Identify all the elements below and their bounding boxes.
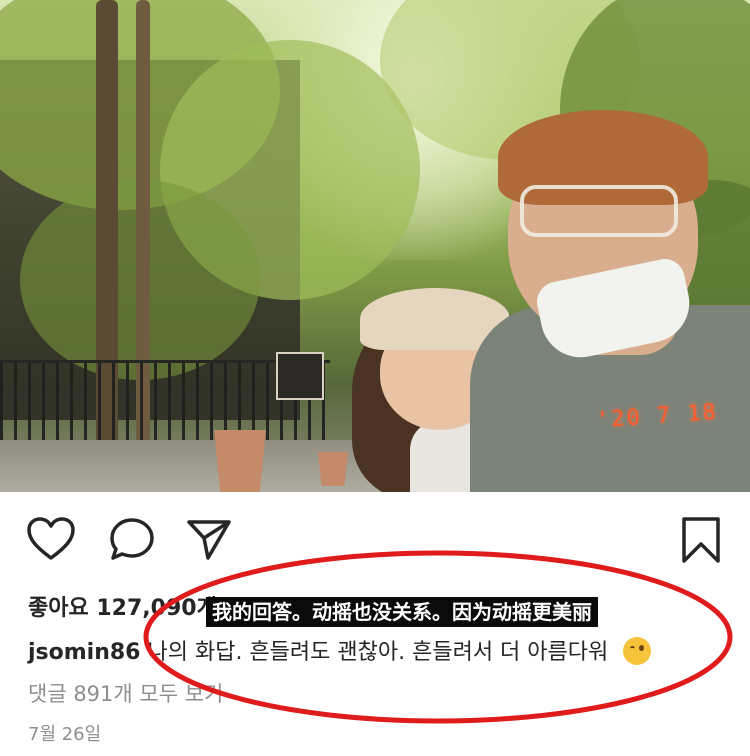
red-annotation-ellipse — [143, 550, 733, 724]
heart-icon[interactable] — [26, 516, 76, 562]
shop-sign — [276, 352, 324, 400]
post-date: 7월 26일 — [28, 724, 102, 745]
post-photo[interactable]: '20 7 18 — [0, 0, 750, 492]
username-link[interactable]: jsomin86 — [28, 640, 141, 665]
man-glasses — [520, 185, 678, 237]
plant-pot — [214, 430, 266, 492]
instagram-post: '20 7 18 좋아요 127,090개 jsomin86 나의 화답. 흔들… — [0, 0, 750, 756]
plant-pot — [318, 452, 348, 486]
